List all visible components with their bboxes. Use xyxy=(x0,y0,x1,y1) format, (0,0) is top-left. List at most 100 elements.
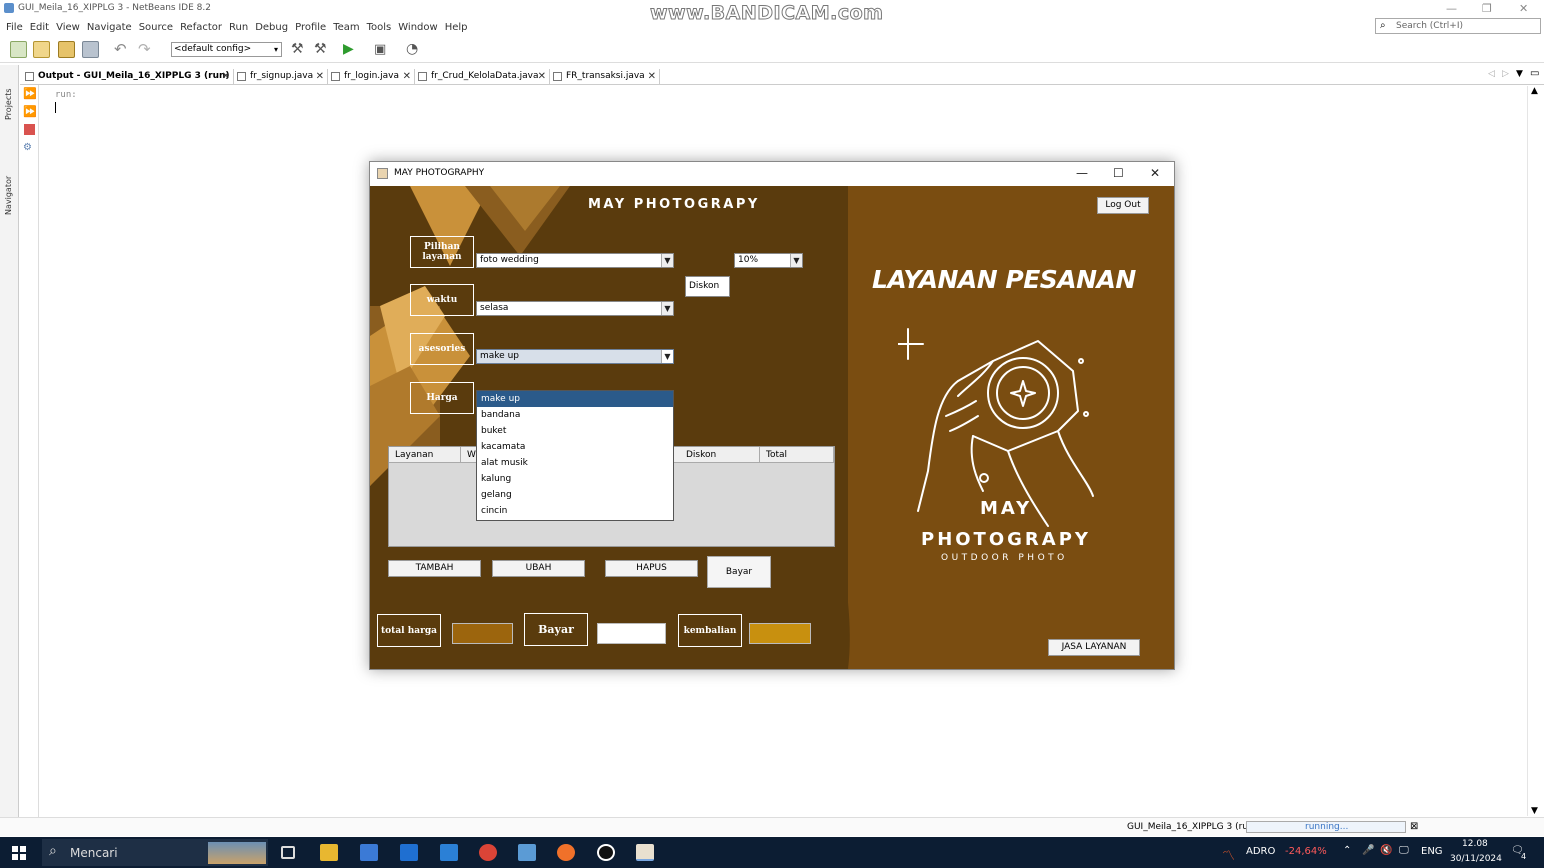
menu-help[interactable]: Help xyxy=(445,19,468,36)
dropdown-option[interactable]: bandana xyxy=(477,407,673,423)
kembalian-field[interactable] xyxy=(749,623,811,644)
volume-muted-icon[interactable]: 🔇 xyxy=(1380,845,1392,856)
store-icon[interactable] xyxy=(360,844,378,861)
save-all-icon[interactable] xyxy=(82,41,99,58)
profile-icon[interactable]: ◔ xyxy=(406,41,423,58)
language-indicator[interactable]: ENG xyxy=(1421,846,1443,857)
output-settings-icon[interactable]: ⚙ xyxy=(23,142,32,153)
clean-build-icon[interactable]: ⚒ xyxy=(314,41,331,58)
asesories-combo[interactable]: make up ▼ xyxy=(476,349,674,364)
config-select[interactable]: <default config> ▾ xyxy=(171,42,282,57)
dropdown-option[interactable]: buket xyxy=(477,423,673,439)
clock-time[interactable]: 12.08 xyxy=(1462,839,1488,849)
scroll-tabs-right-icon[interactable]: ▷ xyxy=(1502,69,1509,79)
stop-icon[interactable] xyxy=(24,124,35,135)
debug-icon[interactable]: ▣ xyxy=(374,41,391,58)
close-icon[interactable]: ✕ xyxy=(1519,2,1528,15)
cancel-process-icon[interactable]: ⊠ xyxy=(1410,821,1418,832)
cube-app-icon[interactable] xyxy=(518,844,536,861)
diskon-field[interactable]: Diskon xyxy=(685,276,730,297)
bayar-input[interactable] xyxy=(597,623,666,644)
close-tab-icon[interactable]: ✕ xyxy=(538,69,546,84)
stock-ticker[interactable]: ADRO xyxy=(1246,846,1275,857)
restore-icon[interactable]: ❐ xyxy=(1482,2,1492,15)
run-icon[interactable]: ▶ xyxy=(343,41,360,58)
close-tab-icon[interactable]: ✕ xyxy=(403,69,411,84)
menu-navigate[interactable]: Navigate xyxy=(87,19,132,36)
menu-refactor[interactable]: Refactor xyxy=(180,19,222,36)
dropdown-option[interactable]: gelang xyxy=(477,487,673,503)
app-maximize-icon[interactable]: ☐ xyxy=(1113,166,1124,180)
ide-search-input[interactable]: ⌕ Search (Ctrl+I) xyxy=(1375,18,1541,34)
undo-icon[interactable]: ↶ xyxy=(114,41,131,58)
menu-view[interactable]: View xyxy=(56,19,80,36)
layanan-combo[interactable]: foto wedding ▼ xyxy=(476,253,674,268)
column-header[interactable]: Total xyxy=(760,447,834,463)
task-view-icon[interactable] xyxy=(281,846,295,859)
dropdown-option[interactable]: cincin xyxy=(477,503,673,519)
dropdown-option[interactable]: alat musik xyxy=(477,455,673,471)
java-app-taskbar-icon[interactable] xyxy=(636,844,654,861)
asesories-dropdown-list[interactable]: make up bandana buket kacamata alat musi… xyxy=(476,390,674,521)
logout-button[interactable]: Log Out xyxy=(1097,197,1149,214)
bandicam-record-icon[interactable] xyxy=(597,844,615,861)
dropdown-option[interactable]: kacamata xyxy=(477,439,673,455)
menu-edit[interactable]: Edit xyxy=(30,19,49,36)
network-icon[interactable]: 🖵 xyxy=(1399,845,1409,856)
app-minimize-icon[interactable]: — xyxy=(1076,166,1088,180)
menu-file[interactable]: File xyxy=(6,19,23,36)
tab-fr-transaksi[interactable]: FR_transaksi.java ✕ xyxy=(550,69,660,84)
navigator-side-tab[interactable]: Navigator xyxy=(4,176,13,215)
tab-list-icon[interactable]: ▼ xyxy=(1516,69,1523,79)
column-header[interactable]: Diskon xyxy=(680,447,760,463)
dropdown-option[interactable]: make up xyxy=(477,391,673,407)
app-close-icon[interactable]: ✕ xyxy=(1150,166,1160,180)
chrome-icon[interactable] xyxy=(479,844,497,861)
stock-change[interactable]: -24,64% xyxy=(1285,846,1327,857)
ubah-button[interactable]: UBAH xyxy=(492,560,585,577)
tab-fr-login[interactable]: fr_login.java ✕ xyxy=(328,69,415,84)
firefox-icon[interactable] xyxy=(557,844,575,861)
menu-debug[interactable]: Debug xyxy=(255,19,288,36)
microphone-icon[interactable]: 🎤 xyxy=(1362,845,1374,856)
windows-start-icon[interactable] xyxy=(12,846,26,860)
close-tab-icon[interactable]: ✕ xyxy=(648,69,656,84)
mail-icon[interactable] xyxy=(400,844,418,861)
file-explorer-icon[interactable] xyxy=(320,844,338,861)
bayar-button[interactable]: Bayar xyxy=(707,556,771,588)
scroll-tabs-left-icon[interactable]: ◁ xyxy=(1488,69,1495,79)
tray-chevron-up-icon[interactable]: ⌃ xyxy=(1343,845,1351,856)
new-project-icon[interactable] xyxy=(33,41,50,58)
clock-date[interactable]: 30/11/2024 xyxy=(1450,854,1502,864)
tambah-button[interactable]: TAMBAH xyxy=(388,560,481,577)
menu-run[interactable]: Run xyxy=(229,19,248,36)
menu-profile[interactable]: Profile xyxy=(295,19,326,36)
jasa-layanan-button[interactable]: JASA LAYANAN xyxy=(1048,639,1140,656)
projects-side-tab[interactable]: Projects xyxy=(4,88,13,120)
taskbar-search-box[interactable]: ⌕ Mencari xyxy=(42,839,268,866)
run-progress-bar[interactable]: running... xyxy=(1246,821,1406,833)
app-icon[interactable] xyxy=(440,844,458,861)
close-tab-icon[interactable]: ✕ xyxy=(316,69,324,84)
tab-fr-crud[interactable]: fr_Crud_KelolaData.java ✕ xyxy=(415,69,550,84)
hapus-button[interactable]: HAPUS xyxy=(605,560,698,577)
open-project-icon[interactable] xyxy=(58,41,75,58)
menu-window[interactable]: Window xyxy=(398,19,437,36)
scroll-down-icon[interactable]: ▼ xyxy=(1531,806,1538,816)
menu-tools[interactable]: Tools xyxy=(367,19,392,36)
build-hammer-icon[interactable]: ⚒ xyxy=(291,41,308,58)
tab-fr-signup[interactable]: fr_signup.java ✕ xyxy=(234,69,328,84)
rerun-icon[interactable]: ⏩ xyxy=(23,87,37,100)
new-file-icon[interactable] xyxy=(10,41,27,58)
close-tab-icon[interactable]: ✕ xyxy=(222,69,230,84)
column-header[interactable]: Layanan xyxy=(389,447,461,463)
rerun-config-icon[interactable]: ⏩ xyxy=(23,105,37,118)
minimize-icon[interactable]: — xyxy=(1446,2,1457,15)
dropdown-option[interactable]: kalung xyxy=(477,471,673,487)
maximize-panel-icon[interactable]: ▭ xyxy=(1530,68,1539,79)
console-scrollbar[interactable]: ▲ ▼ xyxy=(1527,86,1544,816)
menu-team[interactable]: Team xyxy=(333,19,359,36)
menu-source[interactable]: Source xyxy=(139,19,173,36)
tab-output[interactable]: Output - GUI_Meila_16_XIPPLG 3 (run) ✕ xyxy=(22,69,234,84)
waktu-combo[interactable]: selasa ▼ xyxy=(476,301,674,316)
